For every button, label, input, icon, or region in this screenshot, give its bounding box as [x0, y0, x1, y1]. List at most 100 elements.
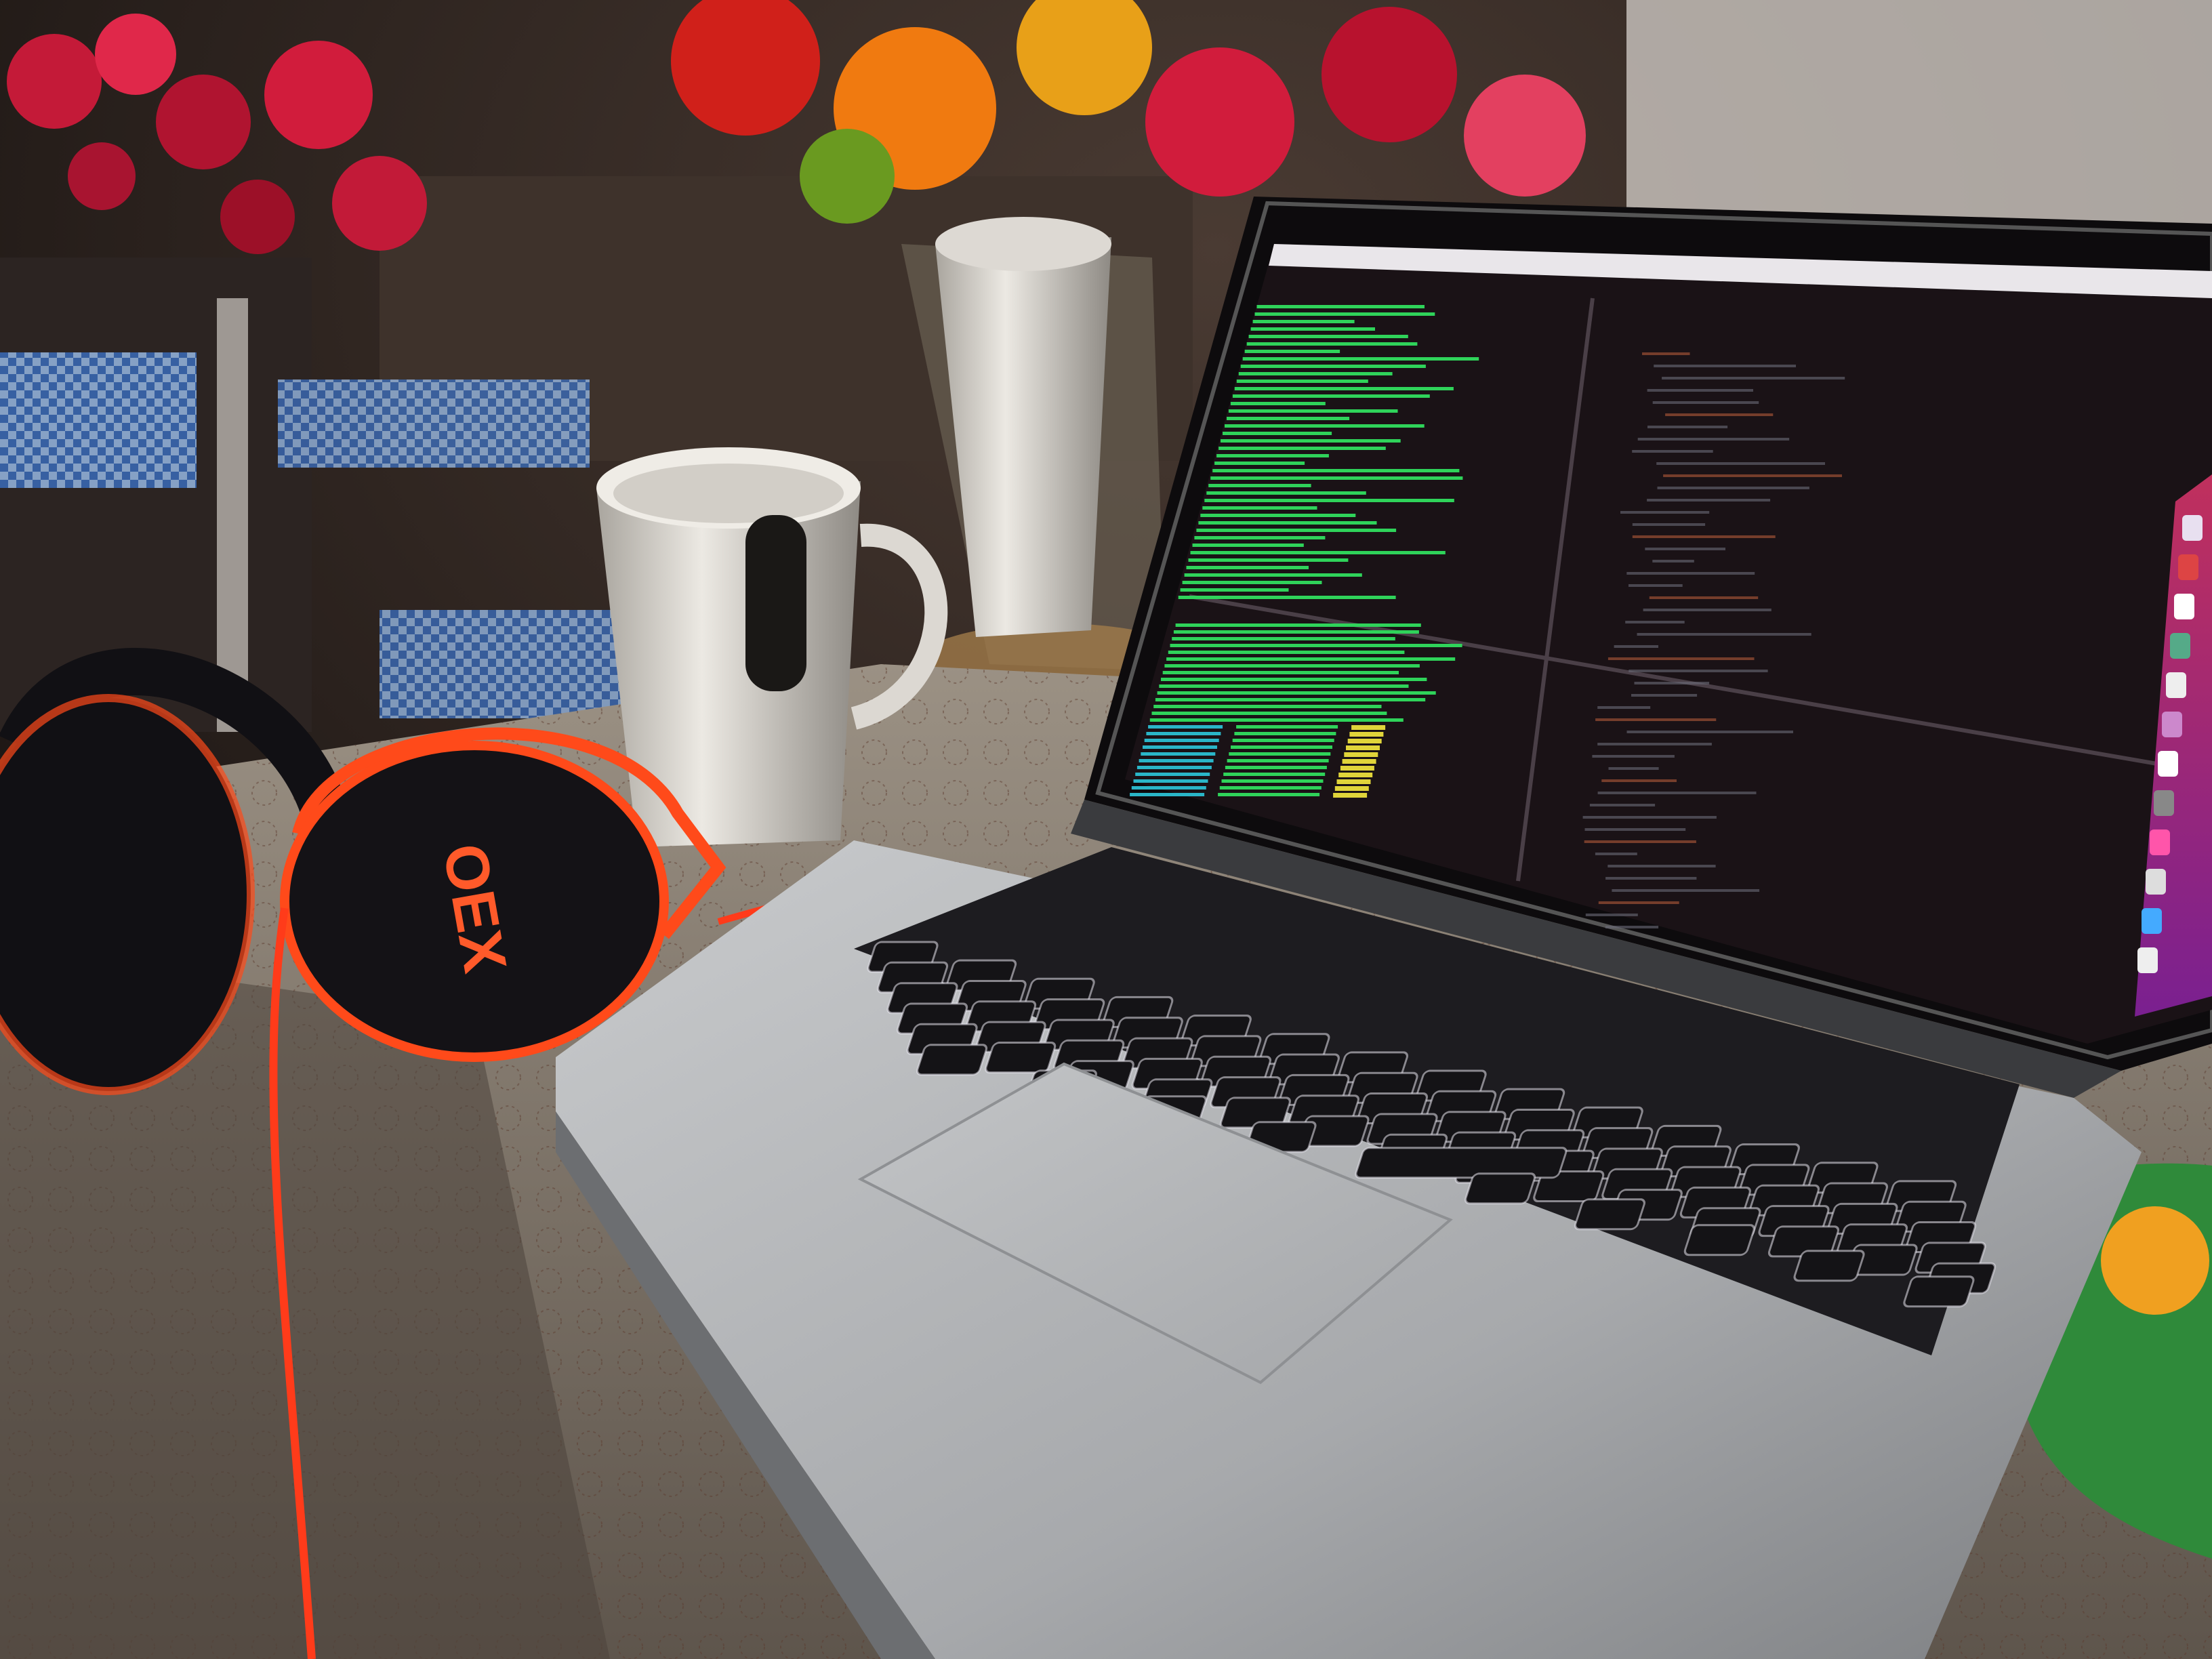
keyboard-key[interactable]: [1683, 1224, 1755, 1256]
terminal-line: [1130, 793, 1205, 796]
terminal-line: [1236, 725, 1338, 729]
terminal-line: [1232, 394, 1430, 398]
dock-app-icon[interactable]: [2178, 554, 2198, 580]
terminal-line: [1151, 712, 1387, 715]
dock-app-icon[interactable]: [2154, 790, 2174, 816]
code-line: [1625, 621, 1685, 623]
dock-app-icon[interactable]: [2170, 633, 2190, 659]
code-line: [1597, 743, 1712, 745]
terminal-line: [1186, 566, 1309, 569]
terminal-line: [1139, 759, 1214, 762]
keyboard-key[interactable]: [1793, 1250, 1865, 1282]
dock-app-icon[interactable]: [2166, 672, 2186, 698]
terminal-line: [1240, 365, 1426, 368]
terminal-line: [1135, 773, 1210, 776]
keyboard-key[interactable]: [1574, 1198, 1645, 1231]
terminal-line: [1254, 312, 1435, 316]
keyboard-key[interactable]: [1355, 1147, 1568, 1179]
terminal-line-highlight: [1334, 786, 1369, 791]
terminal-line: [1166, 657, 1456, 661]
code-line: [1647, 389, 1753, 392]
code-line: [1585, 914, 1638, 916]
terminal-line-highlight: [1349, 732, 1384, 737]
terminal-line: [1223, 432, 1332, 435]
keyboard-key[interactable]: [1464, 1172, 1536, 1205]
dock-app-icon[interactable]: [2150, 830, 2170, 855]
code-line: [1656, 462, 1825, 465]
dock-app-icon[interactable]: [2146, 869, 2166, 895]
floral-cloth-flower: [2101, 1206, 2209, 1315]
code-line: [1654, 365, 1796, 367]
terminal-line-highlight: [1340, 766, 1374, 771]
terminal-line: [1227, 759, 1329, 762]
terminal-line: [1218, 447, 1386, 450]
dock-app-icon[interactable]: [2142, 908, 2162, 934]
code-line: [1598, 901, 1679, 904]
terminal-line-highlight: [1338, 773, 1373, 777]
code-line: [1652, 560, 1694, 562]
terminal-line: [1164, 664, 1420, 668]
terminal-line-highlight: [1336, 779, 1371, 784]
terminal-line: [1227, 417, 1350, 420]
terminal-line: [1216, 454, 1329, 457]
terminal-line-highlight: [1346, 745, 1380, 750]
dock-app-icon[interactable]: [2158, 751, 2178, 777]
terminal-line: [1180, 588, 1289, 592]
code-line: [1584, 840, 1696, 843]
terminal-line: [1221, 779, 1324, 783]
checker-cloth-left: [0, 352, 197, 488]
code-line: [1663, 474, 1842, 477]
terminal-line: [1206, 491, 1366, 495]
code-line: [1605, 877, 1697, 880]
terminal-line: [1234, 732, 1336, 735]
terminal-line: [1161, 678, 1427, 681]
terminal-line: [1194, 536, 1326, 539]
terminal-line: [1230, 402, 1326, 405]
terminal-line: [1178, 596, 1396, 599]
terminal-line: [1188, 558, 1349, 562]
photo-canvas: OEX: [0, 0, 2212, 1659]
code-line: [1582, 816, 1717, 819]
terminal-line: [1242, 357, 1479, 361]
terminal-line: [1236, 380, 1368, 383]
keyboard-key[interactable]: [1903, 1275, 1975, 1308]
terminal-line: [1248, 335, 1408, 338]
terminal-line: [1219, 786, 1322, 790]
terminal-line: [1198, 521, 1377, 525]
keyboard-key[interactable]: [916, 1044, 988, 1076]
code-line: [1662, 377, 1845, 380]
terminal-line: [1246, 342, 1418, 346]
code-line: [1643, 609, 1771, 611]
terminal-line: [1221, 439, 1401, 443]
terminal-line: [1232, 739, 1334, 742]
dock-app-icon[interactable]: [2137, 947, 2158, 973]
terminal-line: [1141, 752, 1216, 756]
terminal-line: [1157, 691, 1436, 695]
code-line: [1607, 657, 1755, 660]
dock-app-icon[interactable]: [2182, 515, 2203, 541]
terminal-line-highlight: [1344, 752, 1378, 757]
terminal-line: [1212, 469, 1460, 472]
code-line: [1614, 645, 1658, 648]
code-line: [1631, 694, 1698, 697]
terminal-line: [1143, 745, 1217, 749]
terminal-line-highlight: [1342, 759, 1376, 764]
terminal-line: [1231, 745, 1332, 749]
terminal-line: [1148, 725, 1223, 729]
dock-app-icon[interactable]: [2162, 712, 2182, 737]
terminal-line: [1153, 705, 1382, 708]
code-line: [1607, 865, 1716, 867]
code-line: [1608, 767, 1659, 770]
code-line: [1642, 352, 1690, 355]
code-line: [1595, 853, 1637, 855]
terminal-line: [1136, 766, 1212, 769]
terminal-line: [1204, 499, 1454, 502]
code-line: [1649, 596, 1759, 599]
code-line: [1601, 779, 1677, 782]
terminal-line: [1172, 637, 1395, 640]
keyboard-key[interactable]: [985, 1042, 1057, 1073]
bright-wall-cloth: [1626, 0, 2212, 244]
terminal-line-highlight: [1351, 725, 1386, 730]
dock-app-icon[interactable]: [2174, 594, 2194, 619]
code-line: [1595, 718, 1717, 721]
